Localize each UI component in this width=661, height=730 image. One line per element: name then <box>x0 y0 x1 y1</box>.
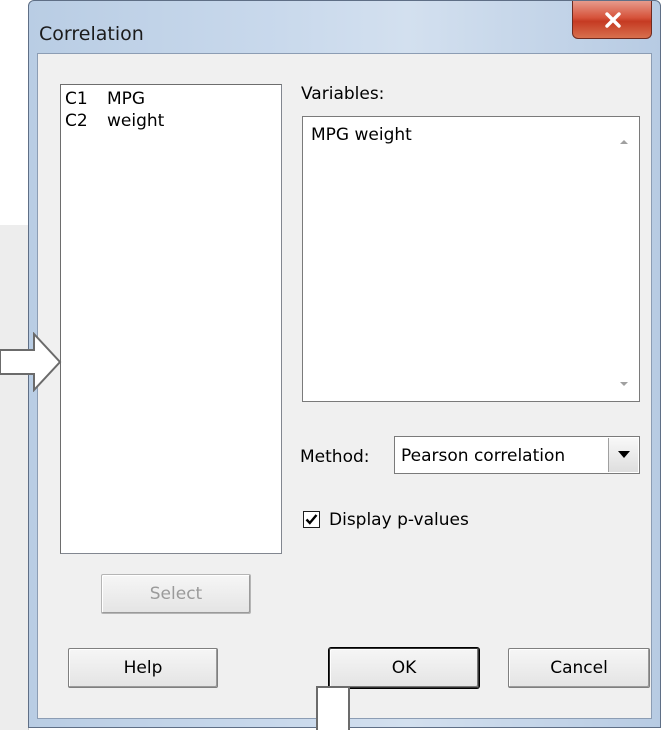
column-id: C1 <box>65 89 88 109</box>
list-item[interactable]: C1 MPG <box>65 89 145 111</box>
chevron-down-icon <box>618 451 630 458</box>
method-dropdown[interactable]: Pearson correlation <box>394 436 640 474</box>
scroll-down-icon[interactable] <box>617 377 631 391</box>
window-title: Correlation <box>39 23 144 45</box>
checkmark-icon <box>305 514 318 525</box>
close-icon <box>605 12 621 28</box>
background-window-edge <box>0 225 29 730</box>
dialog-body: C1 MPG C2 weight Variables: MPG weight Met… <box>37 53 652 719</box>
dropdown-button[interactable] <box>608 438 638 472</box>
close-button[interactable] <box>572 1 652 39</box>
select-button[interactable]: Select <box>101 574 251 614</box>
display-pvalues-checkbox[interactable] <box>303 511 320 528</box>
method-value: Pearson correlation <box>401 446 566 466</box>
method-label: Method: <box>300 447 370 467</box>
cancel-button[interactable]: Cancel <box>508 648 650 688</box>
columns-list[interactable]: C1 MPG C2 weight <box>60 84 282 554</box>
column-name: MPG <box>107 89 146 109</box>
variables-label: Variables: <box>301 84 385 104</box>
pointer-arrow-icon <box>316 686 350 730</box>
display-pvalues-label[interactable]: Display p-values <box>329 510 469 530</box>
column-name: weight <box>107 111 165 131</box>
correlation-dialog: Correlation C1 MPG C2 weight Variables: MP… <box>28 0 661 728</box>
ok-button[interactable]: OK <box>329 648 479 688</box>
variables-field[interactable]: MPG weight <box>302 116 640 402</box>
list-item[interactable]: C2 weight <box>65 111 164 133</box>
arrow-icon <box>0 332 62 392</box>
help-button[interactable]: Help <box>68 648 218 688</box>
title-bar[interactable]: Correlation <box>29 1 660 53</box>
scroll-up-icon[interactable] <box>617 135 631 149</box>
variables-value: MPG weight <box>311 125 412 145</box>
column-id: C2 <box>65 111 88 131</box>
